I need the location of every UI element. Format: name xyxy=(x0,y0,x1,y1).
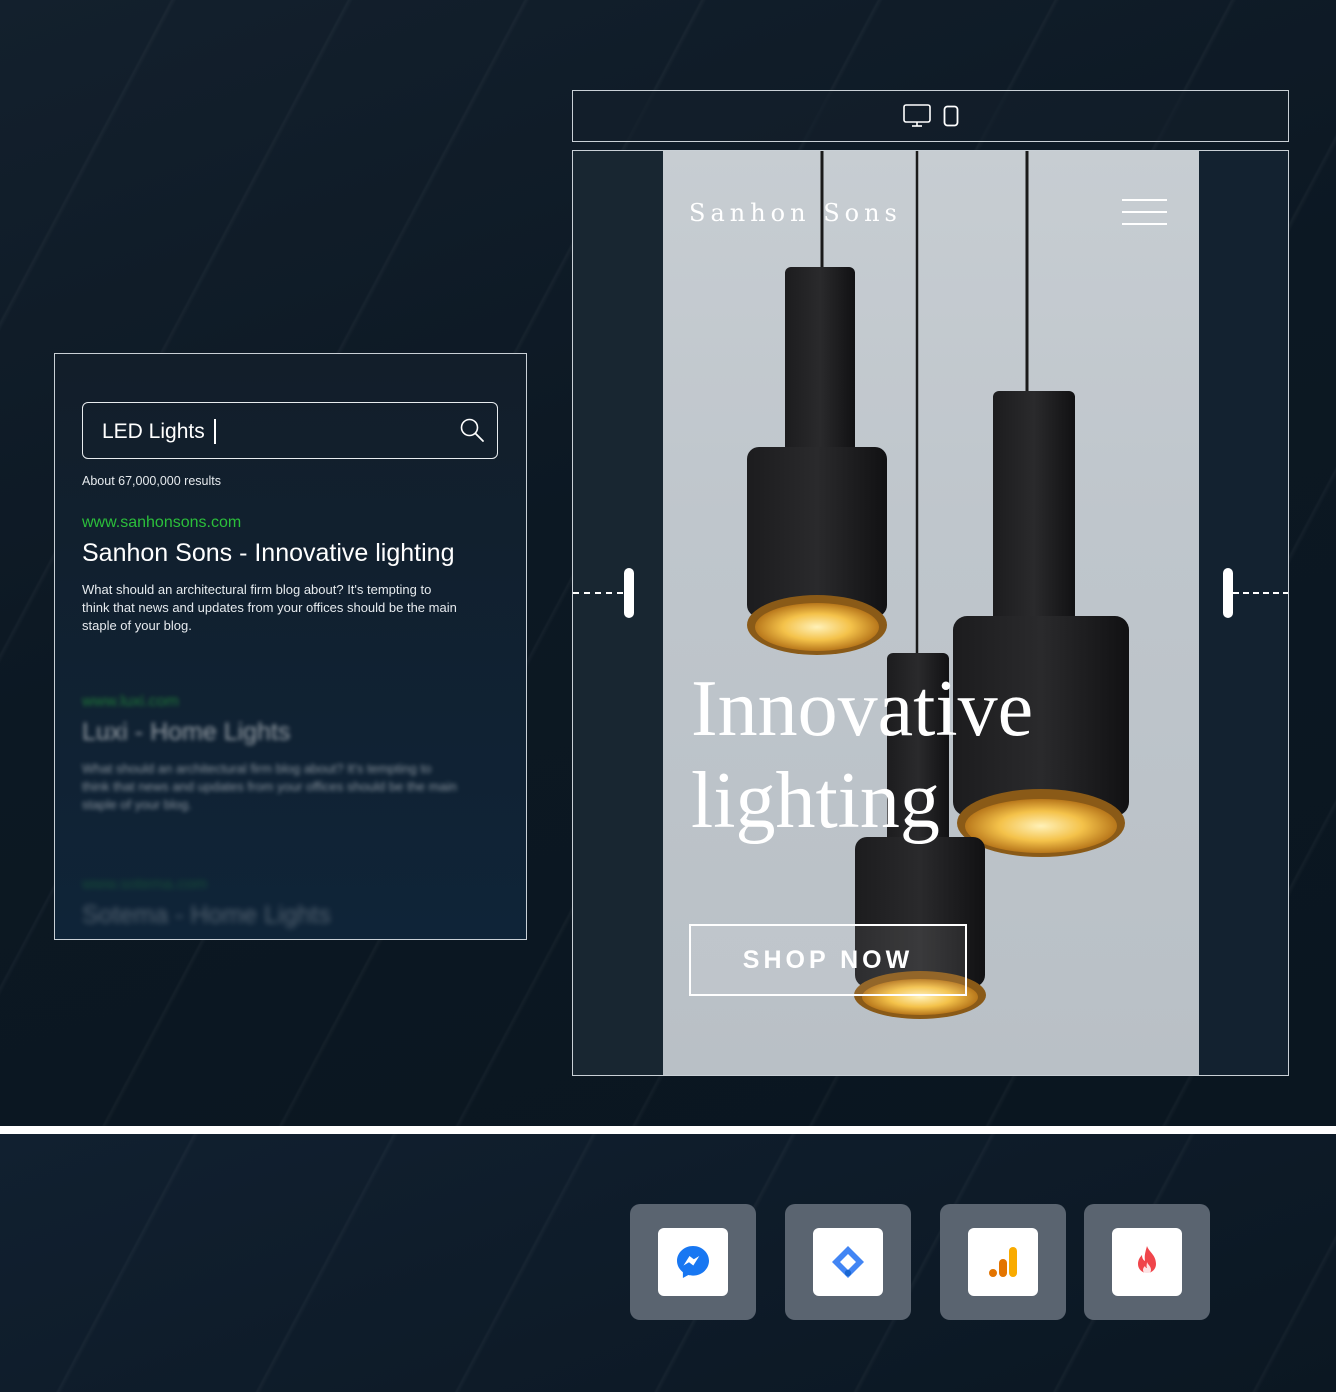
brand-logo[interactable]: Sanhon Sons xyxy=(689,199,902,227)
mobile-preview-frame: Sanhon Sons Innovative lighting SHOP NOW xyxy=(572,150,1289,1076)
result-count: About 67,000,000 results xyxy=(82,474,221,488)
result-url[interactable]: www.sanhonsons.com xyxy=(82,514,482,532)
integration-tile-messenger[interactable] xyxy=(630,1204,756,1320)
section-divider xyxy=(0,1126,1336,1134)
search-result[interactable]: www.luxi.com Luxi - Home Lights What sho… xyxy=(82,693,482,814)
resize-guide-right xyxy=(1233,592,1288,594)
search-result[interactable]: www.sanhonsons.com Sanhon Sons - Innovat… xyxy=(82,514,482,635)
result-url[interactable]: www.luxi.com xyxy=(82,693,482,711)
result-title[interactable]: Sotema - Home Lights xyxy=(82,901,482,930)
integration-tile-firebase[interactable] xyxy=(1084,1204,1210,1320)
search-result[interactable]: www.sotema.com Sotema - Home Lights xyxy=(82,876,482,930)
messenger-icon xyxy=(677,1246,709,1278)
search-query-text: LED Lights xyxy=(102,419,205,443)
result-description: What should an architectural firm blog a… xyxy=(82,582,457,633)
integration-tile-analytics[interactable] xyxy=(940,1204,1066,1320)
resize-handle-right[interactable] xyxy=(1223,568,1233,618)
search-results-panel: LED Lights About 67,000,000 results www.… xyxy=(54,353,527,940)
result-title[interactable]: Luxi - Home Lights xyxy=(82,718,482,747)
resize-handle-left[interactable] xyxy=(624,568,634,618)
result-url[interactable]: www.sotema.com xyxy=(82,876,482,894)
google-analytics-icon xyxy=(989,1247,1017,1277)
result-title[interactable]: Sanhon Sons - Innovative lighting xyxy=(82,539,482,568)
search-input[interactable]: LED Lights xyxy=(82,402,498,459)
integration-tile-tag-manager[interactable] xyxy=(785,1204,911,1320)
search-icon[interactable] xyxy=(459,417,485,443)
device-toolbar xyxy=(572,90,1289,142)
google-tag-manager-icon xyxy=(832,1246,864,1278)
hero-title: Innovative lighting xyxy=(691,665,1034,845)
result-description: What should an architectural firm blog a… xyxy=(82,761,457,812)
resize-guide-left xyxy=(573,592,623,594)
hamburger-menu-icon[interactable] xyxy=(1122,199,1167,225)
mobile-screen: Sanhon Sons Innovative lighting SHOP NOW xyxy=(663,151,1199,1075)
desktop-icon[interactable] xyxy=(902,104,931,128)
text-caret xyxy=(213,419,216,444)
mobile-icon[interactable] xyxy=(943,105,959,127)
shop-now-button[interactable]: SHOP NOW xyxy=(689,924,967,996)
firebase-flame-icon xyxy=(1138,1246,1156,1274)
